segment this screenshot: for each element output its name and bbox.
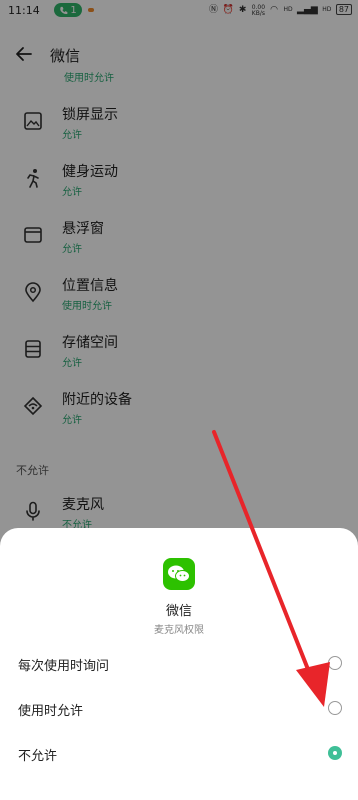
option-label: 使用时允许 bbox=[18, 704, 84, 719]
radio-button[interactable] bbox=[328, 701, 342, 715]
option-ask-every-time[interactable]: 每次使用时询问 bbox=[0, 644, 358, 684]
sheet-subtitle: 麦克风权限 bbox=[154, 625, 204, 636]
option-allow-while-using[interactable]: 使用时允许 bbox=[0, 689, 358, 729]
option-label: 不允许 bbox=[18, 749, 58, 764]
radio-button[interactable] bbox=[328, 656, 342, 670]
radio-button-selected[interactable] bbox=[328, 746, 342, 760]
wechat-logo-icon bbox=[163, 558, 195, 590]
option-label: 每次使用时询问 bbox=[18, 659, 110, 674]
permission-bottom-sheet: 微信 麦克风权限 每次使用时询问 使用时允许 不允许 bbox=[0, 528, 358, 800]
sheet-app-name: 微信 bbox=[165, 604, 192, 619]
option-deny[interactable]: 不允许 bbox=[0, 734, 358, 774]
chat-bubbles-icon bbox=[168, 565, 190, 582]
